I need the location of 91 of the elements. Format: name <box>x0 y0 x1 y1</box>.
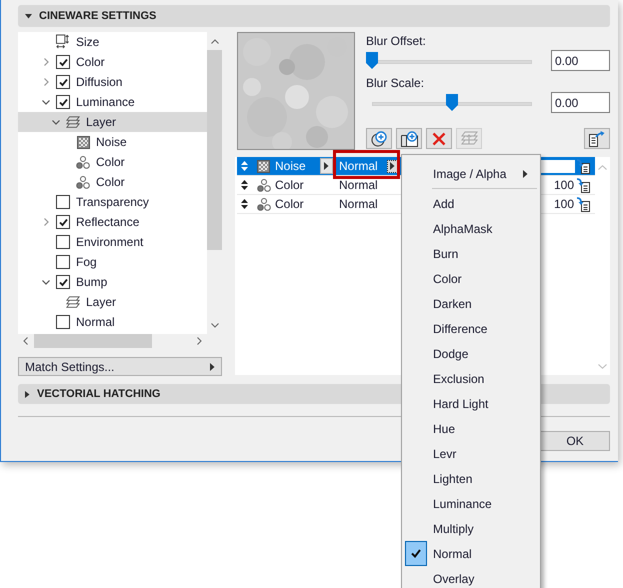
value-field[interactable]: 0.00 <box>551 92 610 113</box>
export-button[interactable] <box>584 128 610 149</box>
slider-label: Blur Scale: <box>366 76 426 90</box>
add-folder-button[interactable] <box>396 128 422 149</box>
tree-item[interactable]: Bump <box>18 272 207 292</box>
menu-item[interactable]: Difference <box>402 316 540 341</box>
delete-button[interactable] <box>426 128 452 149</box>
expand-button[interactable] <box>320 158 333 174</box>
layers-icon <box>66 295 80 309</box>
menu-item[interactable]: Darken <box>402 291 540 316</box>
slider-thumb[interactable] <box>366 52 378 69</box>
checkbox[interactable] <box>56 195 70 209</box>
chevron-right-icon[interactable] <box>44 58 48 66</box>
tree-item[interactable]: Transparency <box>18 192 207 212</box>
menu-item[interactable]: Color <box>402 266 540 291</box>
scroll-thumb[interactable] <box>207 50 222 250</box>
dropdown-button[interactable] <box>387 160 398 172</box>
opacity-field[interactable] <box>538 160 575 172</box>
slider-thumb[interactable] <box>446 94 458 111</box>
list-arrow-icon[interactable] <box>576 158 591 174</box>
chevron-right-icon[interactable] <box>197 337 202 345</box>
triangle-right-icon <box>210 362 215 370</box>
add-shader-button[interactable] <box>366 128 392 149</box>
checkbox[interactable] <box>56 95 70 109</box>
sort-arrows-icon[interactable] <box>241 180 248 190</box>
checkbox[interactable] <box>56 315 70 329</box>
menu-item[interactable]: Overlay <box>402 566 540 588</box>
tree-item[interactable]: Reflectance <box>18 212 207 232</box>
checkbox[interactable] <box>56 75 70 89</box>
chevron-down-icon[interactable] <box>210 323 218 328</box>
circles-icon <box>257 178 271 192</box>
submenu-arrow-icon <box>523 170 528 178</box>
checkbox[interactable] <box>56 215 70 229</box>
checkbox[interactable] <box>56 55 70 69</box>
chevron-up-icon[interactable] <box>210 39 218 44</box>
chevron-right-icon[interactable] <box>44 218 48 226</box>
tree-item[interactable]: Layer <box>18 112 207 132</box>
tree-item[interactable]: Normal <box>18 312 207 332</box>
slider-label: Blur Offset: <box>366 34 427 48</box>
chevron-down-icon[interactable] <box>42 100 50 104</box>
menu-item[interactable]: Burn <box>402 241 540 266</box>
triangle-right-icon <box>25 390 30 398</box>
sort-arrows-icon[interactable] <box>241 199 248 209</box>
tree-item[interactable]: Color <box>18 152 207 172</box>
ok-button[interactable]: OK <box>540 431 610 451</box>
tree-item[interactable]: Fog <box>18 252 207 272</box>
scroll-thumb[interactable] <box>34 334 152 348</box>
noise-icon <box>257 160 270 172</box>
tree-item[interactable]: Environment <box>18 232 207 252</box>
menu-item[interactable]: Normal <box>402 541 540 566</box>
value-field[interactable]: 0.00 <box>551 50 610 71</box>
chevron-down-icon[interactable] <box>52 120 60 124</box>
layers-icon <box>66 115 80 129</box>
opacity-value: 100 <box>554 178 574 192</box>
opacity-value: 100 <box>554 197 574 211</box>
menu-item[interactable]: Dodge <box>402 341 540 366</box>
checkbox[interactable] <box>56 235 70 249</box>
list-arrow-icon[interactable] <box>576 196 591 212</box>
triangle-down-icon <box>25 14 32 18</box>
blend-mode-text: Normal <box>338 197 379 211</box>
tree-item[interactable]: Color <box>18 172 207 192</box>
menu-item[interactable]: Levr <box>402 441 540 466</box>
menu-item[interactable]: AlphaMask <box>402 216 540 241</box>
menu-item[interactable]: Multiply <box>402 516 540 541</box>
tree-item[interactable]: Noise <box>18 132 207 152</box>
triangle-right-icon <box>324 162 329 170</box>
tree-item[interactable]: Luminance <box>18 92 207 112</box>
list-arrow-icon[interactable] <box>576 178 591 192</box>
circles-icon <box>76 176 90 188</box>
blend-mode-field[interactable]: Normal <box>335 157 405 175</box>
tree-item[interactable]: Diffusion <box>18 72 207 92</box>
checkbox[interactable] <box>56 275 70 289</box>
resize-icon <box>56 34 70 50</box>
chevron-left-icon[interactable] <box>23 337 28 345</box>
section-header[interactable]: CINEWARE SETTINGS <box>18 5 610 27</box>
delete-icon <box>432 132 446 146</box>
menu-item[interactable]: Hue <box>402 416 540 441</box>
checkbox[interactable] <box>56 255 70 269</box>
noise-icon <box>76 136 90 148</box>
tree-item[interactable]: Layer <box>18 292 207 312</box>
match-settings-button[interactable]: Match Settings... <box>18 357 222 376</box>
menu-item[interactable]: Lighten <box>402 466 540 491</box>
tree-item[interactable]: Color <box>18 52 207 72</box>
chevron-right-icon[interactable] <box>44 78 48 86</box>
circles-icon <box>257 198 271 210</box>
menu-item[interactable]: Luminance <box>402 491 540 516</box>
tree-item[interactable]: Size <box>18 32 207 52</box>
triangle-right-icon <box>390 162 395 170</box>
blend-mode-text: Normal <box>338 178 379 192</box>
circles-icon <box>76 156 90 168</box>
chevron-down-icon[interactable] <box>42 280 50 284</box>
